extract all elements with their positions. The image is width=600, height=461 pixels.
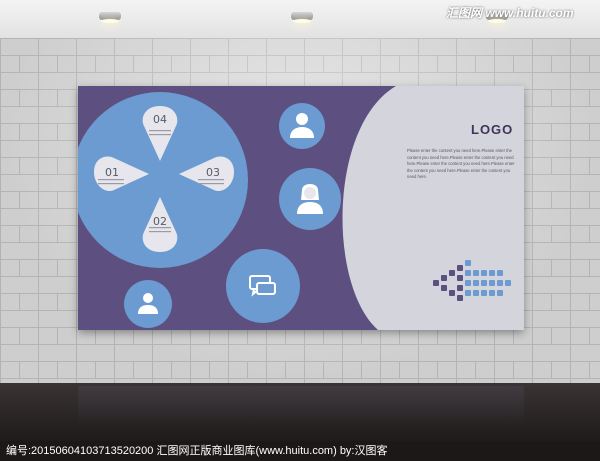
step-number-04: 04 bbox=[153, 113, 167, 126]
board-reflection bbox=[78, 386, 524, 426]
watermark-text: 汇图网 www.huitu.com bbox=[446, 6, 574, 20]
logo-text: LOGO bbox=[471, 122, 514, 137]
display-board: LOGO Please enter the content you need h… bbox=[78, 86, 524, 330]
spotlight-center bbox=[291, 12, 313, 23]
content-paragraph: Please enter the content you need here.P… bbox=[407, 148, 515, 180]
step-number-01: 01 bbox=[105, 166, 119, 179]
caption-bar: 编号:20150604103713520200 汇图网正版商业图库(www.hu… bbox=[0, 441, 600, 461]
spotlight-left bbox=[99, 12, 121, 23]
board-graphics bbox=[78, 86, 524, 330]
caption-text: 编号:20150604103713520200 汇图网正版商业图库(www.hu… bbox=[6, 445, 388, 457]
scene: LOGO Please enter the content you need h… bbox=[0, 0, 600, 461]
step-number-03: 03 bbox=[206, 166, 220, 179]
step-number-02: 02 bbox=[153, 215, 167, 228]
